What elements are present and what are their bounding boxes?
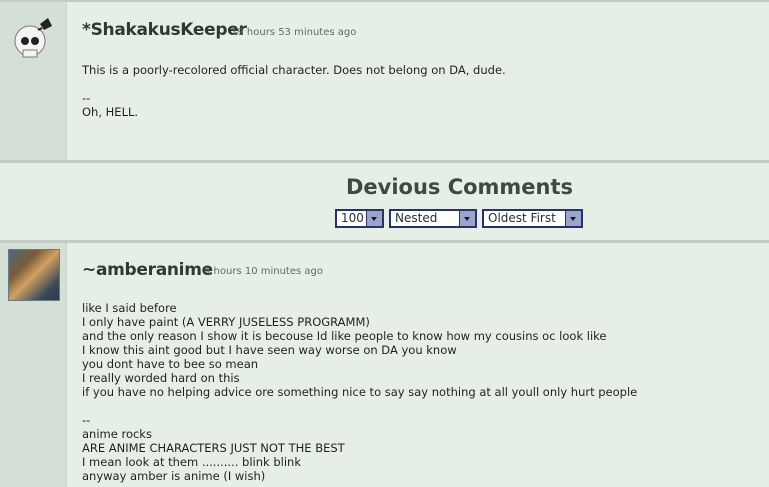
comment-text-line: anyway amber is anime (I wish) <box>82 469 266 483</box>
comment-text-line: you dont have to bee so mean <box>82 357 259 371</box>
per-page-value: 100 <box>341 211 364 225</box>
comment-text-line: I mean look at them .......... blink bli… <box>82 455 301 469</box>
skull-avatar-icon[interactable] <box>8 14 54 60</box>
dropdown-arrow-icon[interactable] <box>565 211 581 226</box>
comment-text-line: I only have paint (A VERRY JUSELESS PROG… <box>82 315 370 329</box>
comment-text-line: I know this aint good but I have seen wa… <box>82 343 457 357</box>
comment-text-line: I really worded hard on this <box>82 371 240 385</box>
comment-text-line: -- <box>82 413 91 427</box>
comment-text-line: -- <box>82 91 91 105</box>
mode-select[interactable]: Nested <box>389 209 477 228</box>
comment-text-line: Oh, HELL. <box>82 105 139 119</box>
per-page-select[interactable]: 100 <box>335 209 384 228</box>
section-title: Devious Comments <box>345 175 574 199</box>
anime-character-avatar[interactable] <box>8 249 60 301</box>
comment-text-line: ARE ANIME CHARACTERS JUST NOT THE BEST <box>82 441 345 455</box>
mode-value: Nested <box>395 211 438 225</box>
comment-timestamp[interactable]: 4 hours 10 minutes ago <box>204 266 323 277</box>
comment-author[interactable]: ~amberanime <box>82 260 213 280</box>
comment-text-line: This is a poorly-recolored official char… <box>82 63 506 77</box>
dropdown-arrow-icon[interactable] <box>459 211 475 226</box>
order-select[interactable]: Oldest First <box>482 209 583 228</box>
devious-comments-header: Devious Comments 100 Nested Oldest First <box>0 160 769 240</box>
comment-timestamp[interactable]: 19 hours 53 minutes ago <box>231 27 356 38</box>
dropdown-arrow-icon[interactable] <box>366 211 382 226</box>
comment-text-line: and the only reason I show it is becouse… <box>82 329 607 343</box>
comment-text-line: anime rocks <box>82 427 152 441</box>
comment-text-line: like I said before <box>82 301 177 315</box>
comment-text-line: if you have no helping advice ore someth… <box>82 385 638 399</box>
comment-author[interactable]: *ShakakusKeeper <box>82 20 247 40</box>
order-value: Oldest First <box>488 211 556 225</box>
